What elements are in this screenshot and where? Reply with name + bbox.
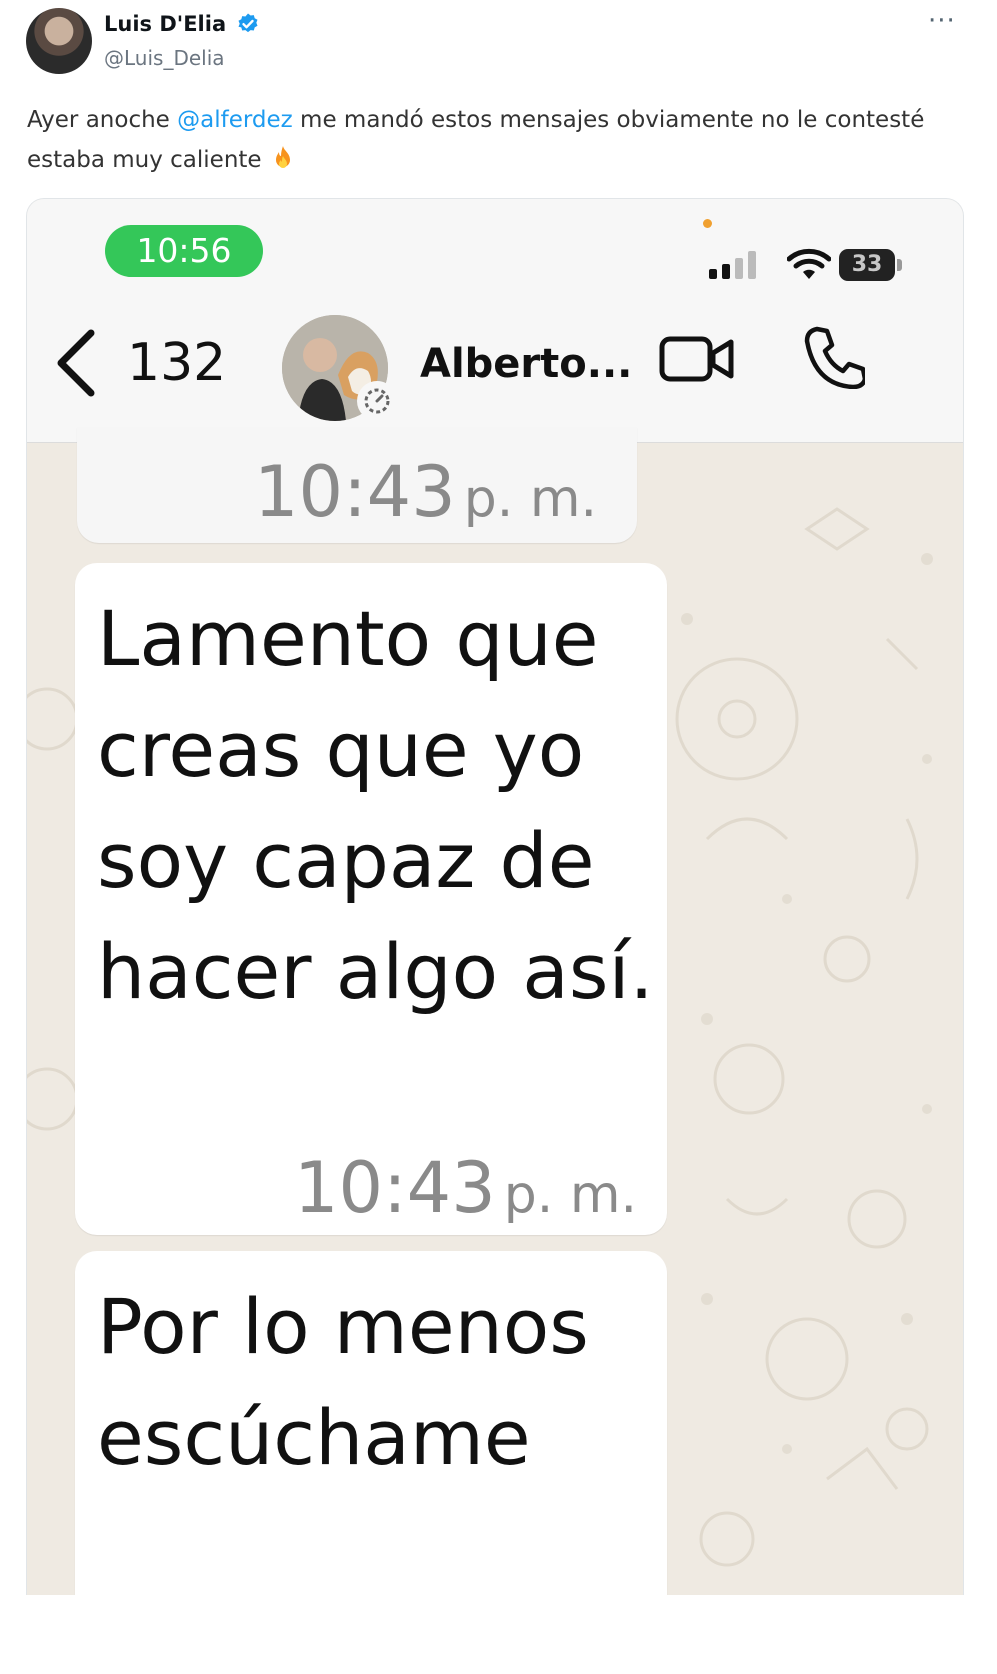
status-time: 10:56	[105, 225, 263, 277]
mention-link[interactable]: @alferdez	[177, 107, 293, 133]
unread-count[interactable]: 132	[127, 333, 226, 393]
timestamp-suffix: p. m.	[503, 1165, 637, 1225]
message-bubble[interactable]: 10:43 p. m.	[77, 427, 637, 543]
author-handle[interactable]: @Luis_Delia	[104, 46, 225, 70]
author-avatar[interactable]	[26, 8, 92, 74]
wifi-icon	[787, 248, 831, 279]
tweet-text-start: Ayer anoche	[27, 107, 178, 133]
message-bubble[interactable]: Lamento que creas que yo soy capaz de ha…	[75, 563, 667, 1235]
verified-badge-icon	[238, 13, 258, 33]
message-timestamp: 10:43 p. m.	[294, 1147, 637, 1229]
fire-emoji-icon	[275, 146, 290, 168]
message-bubble[interactable]: Por lo menos escúchame	[75, 1251, 667, 1595]
phone-top-bar: 10:56 33 132 Alberto...	[27, 199, 963, 443]
tweet: Luis D'Elia @Luis_Delia ··· Ayer anoche …	[0, 0, 997, 1674]
timestamp-suffix: p. m.	[463, 469, 597, 529]
timestamp-time: 10:43	[254, 451, 456, 533]
message-timestamp: 10:43 p. m.	[254, 451, 597, 533]
timestamp-time: 10:43	[294, 1147, 496, 1229]
signal-icon	[709, 251, 756, 279]
battery-icon: 33	[839, 249, 909, 283]
author-name[interactable]: Luis D'Elia	[104, 12, 226, 36]
back-chevron-icon[interactable]	[51, 325, 101, 401]
privacy-indicator-dot	[703, 219, 712, 228]
phone-call-icon[interactable]	[803, 325, 865, 389]
status-ring-icon	[357, 381, 397, 421]
tweet-text: Ayer anoche @alferdez me mandó estos men…	[27, 100, 927, 180]
message-text: Por lo menos escúchame	[97, 1282, 589, 1482]
more-options-icon[interactable]: ···	[928, 6, 956, 36]
contact-name[interactable]: Alberto...	[420, 341, 632, 387]
attached-screenshot[interactable]: 10:56 33 132 Alberto... 10:43 p. m. Lame…	[26, 198, 964, 1595]
video-call-icon[interactable]	[659, 333, 735, 385]
battery-level: 33	[839, 249, 895, 281]
battery-tip	[897, 259, 902, 271]
message-text: Lamento que creas que yo soy capaz de ha…	[97, 594, 654, 1016]
